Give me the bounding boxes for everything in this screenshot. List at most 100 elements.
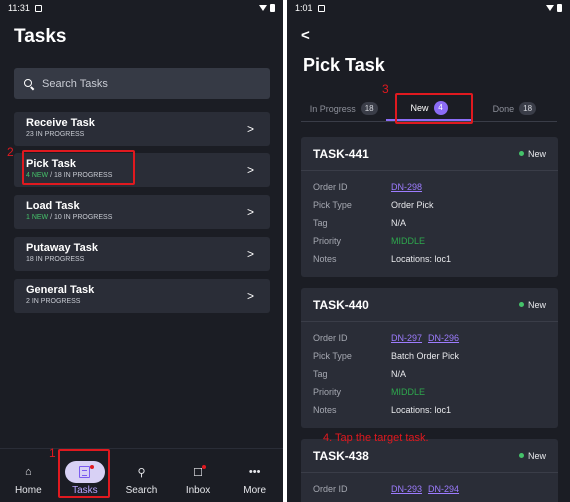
nav-label: Home bbox=[14, 485, 42, 496]
task-status: 18 IN PROGRESS bbox=[26, 256, 85, 263]
field-label: Order ID bbox=[313, 333, 348, 343]
task-name: Putaway Task bbox=[26, 242, 98, 254]
field-label: Notes bbox=[313, 254, 337, 264]
status-bar: 11:31 bbox=[0, 0, 283, 16]
search-input[interactable]: Search Tasks bbox=[14, 68, 270, 99]
tasks-screen: 11:31 Tasks Search Tasks Receive Task 23… bbox=[0, 0, 283, 502]
notes-value: Locations: loc1 bbox=[391, 254, 452, 264]
nav-inbox[interactable]: ☐ Inbox bbox=[170, 449, 227, 502]
task-name: Load Task bbox=[26, 200, 80, 212]
task-item-receive[interactable]: Receive Task 23 IN PROGRESS > bbox=[14, 112, 270, 146]
task-id: TASK-441 bbox=[313, 146, 369, 161]
more-icon: ••• bbox=[248, 466, 261, 478]
task-item-general[interactable]: General Task 2 IN PROGRESS > bbox=[14, 279, 270, 313]
back-arrow-icon[interactable]: < bbox=[301, 27, 310, 44]
priority-value: MIDDLE bbox=[391, 387, 426, 397]
nav-label: Inbox bbox=[185, 485, 211, 496]
pick-type-value: Order Pick bbox=[391, 200, 434, 210]
annotation-box-tasks-nav bbox=[58, 449, 110, 498]
chevron-right-icon: > bbox=[246, 289, 254, 303]
tab-done[interactable]: Done 18 bbox=[472, 96, 557, 121]
status-dot-icon bbox=[518, 151, 524, 156]
field-label: Notes bbox=[313, 405, 337, 415]
field-label: Pick Type bbox=[313, 200, 352, 210]
bottom-navigation: ⌂ Home Tasks ⚲ Search ☐ Inbox ••• More bbox=[0, 448, 283, 502]
status-dot-icon bbox=[518, 302, 524, 307]
task-id: TASK-440 bbox=[313, 297, 369, 312]
task-card-438[interactable]: TASK-438 New Order ID DN-293 DN-294 bbox=[301, 439, 558, 502]
status-time: 11:31 bbox=[8, 3, 30, 13]
task-status: 2 IN PROGRESS bbox=[26, 298, 81, 305]
annotation-box-pick-task bbox=[22, 150, 135, 185]
nav-label: Search bbox=[125, 485, 158, 496]
pick-type-value: Batch Order Pick bbox=[391, 351, 460, 361]
task-progress-count: / 10 IN PROGRESS bbox=[48, 214, 113, 221]
tab-count: 18 bbox=[519, 102, 537, 115]
tab-count: 18 bbox=[360, 102, 378, 115]
annotation-box-new-tab bbox=[395, 93, 473, 124]
status-text: New bbox=[527, 450, 546, 461]
page-title: Pick Task bbox=[303, 55, 385, 75]
wifi-icon bbox=[546, 5, 554, 11]
task-status: 1 NEW / 10 IN PROGRESS bbox=[26, 213, 270, 223]
tab-label: Done bbox=[492, 103, 515, 114]
field-label: Order ID bbox=[313, 484, 348, 494]
task-name: Receive Task bbox=[26, 117, 95, 129]
card-header: TASK-440 New bbox=[301, 288, 558, 322]
card-body: Order ID DN-293 DN-294 bbox=[301, 473, 558, 502]
task-item-load[interactable]: Load Task 1 NEW / 10 IN PROGRESS > bbox=[14, 195, 270, 229]
search-placeholder: Search Tasks bbox=[42, 77, 108, 90]
card-body: Order ID DN-297 DN-296 Pick Type Batch Orde… bbox=[301, 322, 558, 423]
task-card-441[interactable]: TASK-441 New Order ID DN-298 Pick Type Ord… bbox=[301, 137, 558, 277]
nav-more[interactable]: ••• More bbox=[226, 449, 283, 502]
task-item-putaway[interactable]: Putaway Task 18 IN PROGRESS > bbox=[14, 237, 270, 271]
tag-value: N/A bbox=[391, 369, 407, 379]
field-label: Pick Type bbox=[313, 351, 352, 361]
wifi-icon bbox=[259, 5, 267, 11]
status-badge: New bbox=[518, 148, 546, 159]
task-id: TASK-438 bbox=[313, 448, 369, 463]
tab-in-progress[interactable]: In Progress 18 bbox=[301, 96, 386, 121]
task-new-count: 1 NEW bbox=[26, 214, 49, 221]
status-text: New bbox=[527, 148, 546, 159]
inbox-icon: ☐ bbox=[193, 463, 207, 481]
status-badge: New bbox=[518, 450, 546, 461]
card-header: TASK-441 New bbox=[301, 137, 558, 171]
chevron-right-icon: > bbox=[246, 163, 254, 177]
chevron-right-icon: > bbox=[246, 122, 254, 136]
search-icon bbox=[24, 78, 34, 89]
pick-task-screen: 1:01 < Pick Task In Progress 18 New 4 Do… bbox=[287, 0, 570, 502]
chevron-right-icon: > bbox=[246, 205, 254, 219]
status-text: New bbox=[527, 299, 546, 310]
battery-icon bbox=[270, 4, 275, 12]
order-link[interactable]: DN-298 bbox=[391, 178, 422, 196]
card-body: Order ID DN-298 Pick Type Order Pick Tag N/… bbox=[301, 171, 558, 272]
nav-search[interactable]: ⚲ Search bbox=[113, 449, 170, 502]
field-label: Tag bbox=[313, 218, 328, 228]
annotation-label-2: 2 bbox=[7, 145, 14, 159]
field-label: Order ID bbox=[313, 182, 348, 192]
home-icon: ⌂ bbox=[24, 466, 32, 478]
tag-value: N/A bbox=[391, 218, 407, 228]
chevron-right-icon: > bbox=[246, 247, 254, 261]
notes-value: Locations: loc1 bbox=[391, 405, 452, 415]
tab-label: In Progress bbox=[309, 103, 356, 114]
task-card-440[interactable]: TASK-440 New Order ID DN-297 DN-296 Pick T… bbox=[301, 288, 558, 428]
status-time: 1:01 bbox=[295, 3, 313, 13]
order-link[interactable]: DN-296 bbox=[428, 329, 459, 347]
nav-label: More bbox=[243, 485, 267, 496]
sim-icon bbox=[317, 4, 325, 12]
annotation-label-1: 1 bbox=[49, 446, 56, 460]
sim-icon bbox=[34, 4, 42, 12]
field-label: Priority bbox=[313, 236, 342, 246]
page-title: Tasks bbox=[14, 26, 67, 47]
search-icon: ⚲ bbox=[137, 466, 146, 479]
task-status: 23 IN PROGRESS bbox=[26, 131, 85, 138]
order-link[interactable]: DN-294 bbox=[428, 480, 459, 498]
status-bar: 1:01 bbox=[287, 0, 570, 16]
status-badge: New bbox=[518, 299, 546, 310]
annotation-label-3: 3 bbox=[382, 82, 389, 96]
order-link[interactable]: DN-297 bbox=[391, 329, 422, 347]
task-name: General Task bbox=[26, 284, 95, 296]
order-link[interactable]: DN-293 bbox=[391, 480, 422, 498]
